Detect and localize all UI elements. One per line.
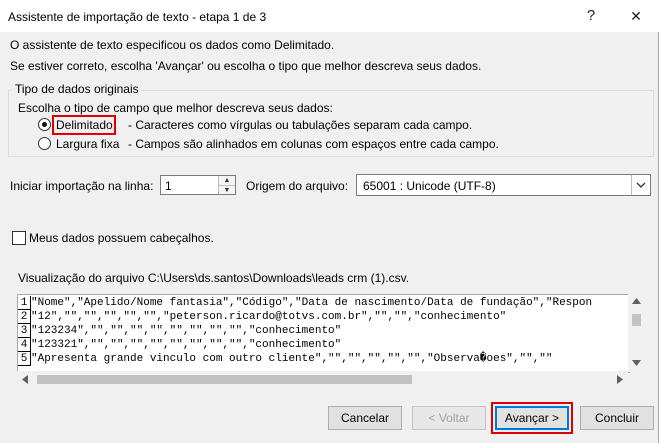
line-text: "12","","","","","","peterson.ricardo@to… <box>31 311 507 323</box>
spinner-buttons: ▲ ▼ <box>218 176 235 194</box>
line-number: 4 <box>18 338 31 352</box>
preview-line: 4 "123321","","","","","","","","","conhe… <box>18 338 341 352</box>
line-text: "123234","","","","","","","","","conhec… <box>31 325 342 337</box>
fixed-width-radio[interactable] <box>38 137 51 150</box>
line-number: 1 <box>18 296 31 310</box>
window-title: Assistente de importação de texto - etap… <box>8 10 267 24</box>
spin-up-icon[interactable]: ▲ <box>219 176 235 185</box>
close-button[interactable]: ✕ <box>613 0 659 32</box>
fixed-width-description: - Campos são alinhados em colunas com es… <box>128 137 499 151</box>
title-bar: Assistente de importação de texto - etap… <box>0 0 659 32</box>
headers-checkbox-label[interactable]: Meus dados possuem cabeçalhos. <box>29 231 214 245</box>
scroll-down-icon <box>632 360 641 366</box>
fixed-width-label[interactable]: Largura fixa <box>56 137 119 151</box>
scroll-right-icon <box>617 375 623 384</box>
back-button[interactable]: < Voltar <box>412 406 486 430</box>
file-origin-label: Origem do arquivo: <box>246 179 349 193</box>
spin-down-icon[interactable]: ▼ <box>219 185 235 194</box>
text-import-wizard-dialog: Assistente de importação de texto - etap… <box>0 0 659 443</box>
preview-line: 2 "12","","","","","","peterson.ricardo@t… <box>18 310 506 324</box>
delimited-label[interactable]: Delimitado <box>56 118 113 132</box>
delimited-radio[interactable] <box>38 118 51 131</box>
next-button[interactable]: Avançar > <box>495 406 569 430</box>
preview-line: 5 "Apresenta grande vinculo com outro cli… <box>18 352 553 366</box>
help-button[interactable]: ? <box>568 0 614 32</box>
line-text: "Nome","Apelido/Nome fantasia","Código",… <box>31 297 593 309</box>
delimited-description: - Caracteres como vírgulas ou tabulações… <box>128 118 473 132</box>
preview-line: 1 "Nome","Apelido/Nome fantasia","Código"… <box>18 296 592 310</box>
line-number: 3 <box>18 324 31 338</box>
group-legend: Tipo de dados originais <box>12 82 142 96</box>
spreadsheet-background <box>658 0 665 443</box>
scroll-left-icon <box>22 375 28 384</box>
start-row-spinner[interactable]: 1 ▲ ▼ <box>160 175 236 195</box>
horizontal-scroll-thumb[interactable] <box>37 375 412 384</box>
line-text: "123321","","","","","","","","","conhec… <box>31 339 342 351</box>
radio-selected-dot <box>42 122 47 127</box>
start-row-label: Iniciar importação na linha: <box>10 179 154 193</box>
headers-checkbox[interactable] <box>12 231 26 245</box>
file-preview: 1 "Nome","Apelido/Nome fantasia","Código"… <box>17 294 630 373</box>
line-number: 5 <box>18 352 31 366</box>
file-origin-dropdown[interactable]: 65001 : Unicode (UTF-8) <box>356 174 651 196</box>
line-number: 2 <box>18 310 31 324</box>
cancel-button[interactable]: Cancelar <box>328 406 402 430</box>
finish-button[interactable]: Concluir <box>580 406 654 430</box>
group-prompt: Escolha o tipo de campo que melhor descr… <box>18 101 333 115</box>
chevron-down-icon[interactable] <box>631 175 650 195</box>
start-row-value[interactable]: 1 <box>165 179 172 193</box>
preview-horizontal-scrollbar[interactable] <box>17 371 628 388</box>
preview-line: 3 "123234","","","","","","","","","conhe… <box>18 324 341 338</box>
vertical-scroll-thumb[interactable] <box>632 314 641 326</box>
preview-title: Visualização do arquivo C:\Users\ds.sant… <box>18 271 410 285</box>
line-text: "Apresenta grande vinculo com outro clie… <box>31 353 553 365</box>
scroll-up-icon <box>632 298 641 304</box>
intro-line-1: O assistente de texto especificou os dad… <box>10 38 335 52</box>
preview-vertical-scrollbar[interactable] <box>628 294 645 372</box>
intro-line-2: Se estiver correto, escolha 'Avançar' ou… <box>10 59 482 73</box>
file-origin-value: 65001 : Unicode (UTF-8) <box>363 179 496 193</box>
